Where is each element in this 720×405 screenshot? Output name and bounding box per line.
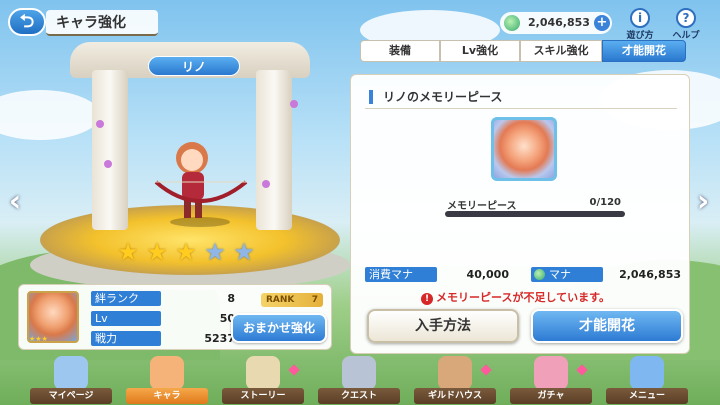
rank-badge: RANK 7 (261, 293, 323, 307)
tab-level-up[interactable]: Lv強化 (440, 40, 520, 62)
mana-display: 2,046,853 + (500, 12, 612, 34)
info-icon: i (630, 8, 650, 28)
star-icon: ★ (233, 238, 255, 266)
header-accent-bar (369, 90, 373, 104)
game-screen: ⮌ キャラ強化 2,046,853 + i 遊び方 ? ヘルプ リノ ★ ★ ★ ★ ★… (0, 0, 720, 405)
nav-item-2[interactable]: ストーリー (222, 356, 304, 405)
character-icon (150, 356, 184, 390)
alert-icon: ! (421, 293, 433, 305)
flower (96, 120, 104, 128)
rank-value: 7 (311, 295, 318, 305)
nav-item-6[interactable]: メニュー (606, 356, 688, 405)
memory-piece-title: リノのメモリーピース (383, 90, 503, 104)
cost-label: 消費マナ (365, 267, 437, 282)
house-icon (438, 356, 472, 390)
prev-character-button[interactable]: ‹ (6, 185, 24, 219)
memory-piece-progress-bar (445, 211, 625, 217)
nav-label: マイページ (30, 388, 112, 404)
chevron-right-icon: › (696, 184, 710, 219)
owned-mana-value: 2,046,853 (619, 268, 681, 281)
portrait-star-icons: ★★★ (29, 335, 48, 343)
back-arrow-icon: ⮌ (19, 11, 35, 32)
tab-equipment[interactable]: 装備 (360, 40, 440, 62)
owned-mana-row: マナ 2,046,853 (531, 267, 681, 283)
star-icon: ★ (175, 238, 197, 266)
nav-item-3[interactable]: クエスト (318, 356, 400, 405)
stat-label: 絆ランク (91, 291, 161, 306)
owned-mana-label: マナ (531, 267, 603, 282)
nav-item-4[interactable]: ギルドハウス (414, 356, 496, 405)
new-badge-icon (576, 364, 588, 376)
nav-label: ギルドハウス (414, 388, 496, 404)
nav-label: ストーリー (222, 388, 304, 404)
nav-item-0[interactable]: マイページ (30, 356, 112, 405)
nav-item-1[interactable]: キャラ (126, 356, 208, 405)
stat-value: 8 (227, 292, 235, 305)
mana-gem-icon (534, 269, 545, 280)
cost-value: 40,000 (466, 268, 509, 281)
flower (290, 100, 298, 108)
new-badge-icon (288, 364, 300, 376)
memory-piece-icon[interactable] (491, 117, 557, 181)
how-to-obtain-button[interactable]: 入手方法 (367, 309, 519, 343)
temple-pillar-left (92, 70, 128, 230)
character-sprite[interactable] (150, 130, 250, 230)
stat-row-level: Lv 50 (91, 311, 241, 327)
next-character-button[interactable]: › (694, 185, 712, 219)
swords-icon (342, 356, 376, 390)
stat-row-bond: 絆ランク 8 (91, 291, 241, 307)
stat-label: 戦力 (91, 331, 161, 346)
awaken-button[interactable]: 才能開花 (531, 309, 683, 343)
add-mana-button[interactable]: + (594, 15, 610, 31)
stat-value: 50 (219, 312, 235, 325)
nav-label: クエスト (318, 388, 400, 404)
stat-label: Lv (91, 311, 161, 326)
nav-label: ガチャ (510, 388, 592, 404)
temple-pillar-right (256, 70, 292, 230)
memory-piece-label: メモリーピース (447, 201, 517, 212)
nav-item-5[interactable]: ガチャ (510, 356, 592, 405)
memory-piece-count: 0/120 (589, 197, 621, 208)
how-to-play-button[interactable]: i 遊び方 (622, 8, 658, 41)
memory-piece-panel: リノのメモリーピース メモリーピース 0/120 消費マナ 40,000 マナ … (350, 74, 690, 354)
stat-row-power: 戦力 5237 (91, 331, 241, 347)
character-stat-panel: ★★★ 絆ランク 8 Lv 50 戦力 5237 RANK 7 おまかせ強化 (18, 284, 332, 350)
question-icon: ? (676, 8, 696, 28)
mana-gem-icon (504, 15, 520, 31)
stat-value: 5237 (204, 332, 235, 345)
flower (104, 160, 112, 168)
gacha-icon (534, 356, 568, 390)
auto-enhance-button[interactable]: おまかせ強化 (231, 313, 327, 343)
memory-piece-header: リノのメモリーピース (365, 87, 677, 109)
nav-label: メニュー (606, 388, 688, 404)
crystal-icon (630, 356, 664, 390)
cloud (0, 90, 100, 140)
star-icon: ★ (204, 238, 226, 266)
page-title: キャラ強化 (46, 10, 158, 36)
enhance-tabs: 装備 Lv強化 スキル強化 才能開花 (360, 40, 686, 62)
tab-skill-up[interactable]: スキル強化 (520, 40, 602, 62)
character-name: リノ (148, 56, 240, 76)
scroll-icon (246, 356, 280, 390)
help-button[interactable]: ? ヘルプ (668, 8, 704, 41)
mana-amount: 2,046,853 (528, 16, 590, 29)
cost-row: 消費マナ 40,000 (365, 267, 511, 283)
nav-label: キャラ (126, 388, 208, 404)
tab-talent-awakening[interactable]: 才能開花 (602, 40, 686, 62)
owned-mana-label-text: マナ (549, 268, 571, 281)
star-icon: ★ (117, 238, 139, 266)
chevron-left-icon: ‹ (8, 184, 22, 219)
rank-label: RANK (266, 295, 295, 305)
bottom-navigation: マイページ キャラ ストーリー クエスト ギルドハウス ガチャ メニュー (0, 352, 720, 405)
flower (262, 180, 270, 188)
castle-icon (54, 356, 88, 390)
star-icon: ★ (146, 238, 168, 266)
back-button[interactable]: ⮌ (8, 8, 46, 36)
warning-text: メモリーピースが不足しています。 (436, 291, 611, 304)
shortage-warning: ! メモリーピースが不足しています。 (421, 289, 610, 305)
new-badge-icon (480, 364, 492, 376)
